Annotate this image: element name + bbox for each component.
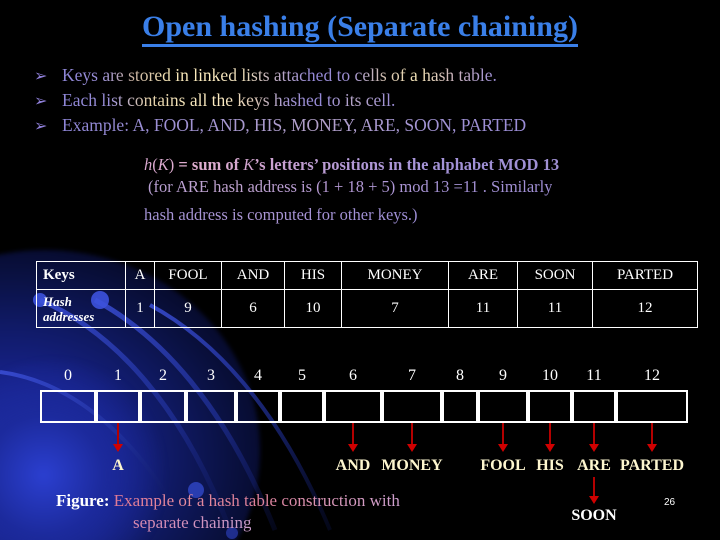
key-cell-0: A [125,261,155,290]
chain-label-A: A [112,457,124,474]
hash-array-cell-8[interactable] [442,390,478,423]
bullet-item-1-text: Keys are stored in linked lists attached… [62,63,497,88]
figure-caption-prefix: Figure: [56,491,110,510]
chain-arrow-MONEY [411,423,413,445]
hash-array-index-5: 5 [298,367,306,384]
hash-formula-line-2: (for ARE hash address is (1 + 18 + 5) mo… [148,177,553,196]
page-number: 26 [664,497,676,508]
hash-array-cells [40,390,688,423]
figure-caption-text: Example of a hash table construction wit… [113,491,400,510]
address-cell-6: 11 [517,289,593,328]
chain-arrowhead-ARE [589,444,599,452]
chain-arrow-ARE [593,423,595,445]
hash-array-index-12: 12 [644,367,660,384]
chain-arrowhead-FOOL [498,444,508,452]
keys-row-label: Keys [36,261,126,290]
address-cell-7: 12 [592,289,698,328]
slide-canvas: Open hashing (Separate chaining) ➢ Keys … [0,0,720,540]
bullet-list: ➢ Keys are stored in linked lists attach… [34,63,694,138]
bullet-arrow-icon: ➢ [34,116,48,135]
hash-array-index-3: 3 [207,367,215,384]
hash-formula-line-1: h(K) = sum of K’s letters’ positions in … [144,155,559,175]
slide-title: Open hashing (Separate chaining) [0,10,720,47]
bullet-item-1: ➢ Keys are stored in linked lists attach… [34,63,694,88]
hash-formula-k2: K [243,155,255,174]
hash-array-index-4: 4 [254,367,262,384]
chain-label-PARTED: PARTED [619,457,685,474]
hash-formula-mid: = sum of [174,155,244,174]
bullet-item-2: ➢ Each list contains all the keys hashed… [34,88,694,113]
hash-array-index-11: 11 [586,367,602,384]
keys-hash-table: Keys A FOOL AND HIS MONEY ARE SOON PARTE… [36,261,698,328]
chain-label-SOON: SOON [571,507,617,524]
hash-array-index-1: 1 [114,367,122,384]
hash-array-cell-6[interactable] [324,390,382,423]
hash-array-cell-1[interactable] [96,390,140,423]
key-cell-1: FOOL [154,261,222,290]
hash-array-cell-10[interactable] [528,390,572,423]
key-cell-5: ARE [448,261,518,290]
hash-array-index-8: 8 [456,367,464,384]
hash-array-index-7: 7 [408,367,416,384]
hash-array-cell-2[interactable] [140,390,186,423]
bullet-arrow-icon: ➢ [34,91,48,110]
hash-array-index-2: 2 [159,367,167,384]
hash-array-cell-0[interactable] [40,390,96,423]
figure-caption-line-1: Figure: Example of a hash table construc… [56,491,400,511]
table-row-hash-addresses: Hash addresses 1 9 6 10 7 11 11 12 [36,289,698,328]
chain-arrowhead-SOON [589,496,599,504]
chain-arrow-A [117,423,119,445]
hash-formula-line-3: hash address is computed for other keys.… [144,205,418,224]
address-cell-4: 7 [341,289,449,328]
hash-array-cell-9[interactable] [478,390,528,423]
hash-array-cell-12[interactable] [616,390,688,423]
hash-array-index-0: 0 [64,367,72,384]
key-cell-6: SOON [517,261,593,290]
chain-arrowhead-PARTED [647,444,657,452]
key-cell-3: HIS [284,261,342,290]
bullet-item-2-text: Each list contains all the keys hashed t… [62,88,395,113]
bullet-arrow-icon: ➢ [34,66,48,85]
chain-arrowhead-MONEY [407,444,417,452]
hash-array-index-labels: 0 1 2 3 4 5 6 7 8 9 10 11 12 [40,366,688,388]
key-cell-4: MONEY [341,261,449,290]
hash-array-index-10: 10 [542,367,558,384]
hash-array-cell-5[interactable] [280,390,324,423]
chain-arrow-HIS [549,423,551,445]
hash-array-index-6: 6 [349,367,357,384]
hash-formula-k1: K [157,155,169,174]
chain-arrow-FOOL [502,423,504,445]
address-cell-5: 11 [448,289,518,328]
hash-formula-post: ’s letters’ positions in the alphabet MO… [254,155,560,174]
key-cell-7: PARTED [592,261,698,290]
hash-array-cell-7[interactable] [382,390,442,423]
hash-addresses-label-line2: addresses [43,308,95,324]
address-cell-1: 9 [154,289,222,328]
hash-addresses-row-label: Hash addresses [36,289,126,328]
chain-arrowhead-HIS [545,444,555,452]
hash-addresses-label-line1: Hash [43,293,72,309]
hash-array-cell-4[interactable] [236,390,280,423]
hash-array-cell-11[interactable] [572,390,616,423]
address-cell-0: 1 [125,289,155,328]
address-cell-3: 10 [284,289,342,328]
chain-arrow-AND [352,423,354,445]
hash-array-cell-3[interactable] [186,390,236,423]
chain-arrowhead-A [113,444,123,452]
table-row-keys: Keys A FOOL AND HIS MONEY ARE SOON PARTE… [36,261,698,290]
address-cell-2: 6 [221,289,285,328]
bullet-item-3: ➢ Example: A, FOOL, AND, HIS, MONEY, ARE… [34,113,694,138]
key-cell-2: AND [221,261,285,290]
chain-arrow-PARTED [651,423,653,445]
hash-array-index-9: 9 [499,367,507,384]
hash-formula-h: h [144,155,153,174]
figure-caption-line-2: separate chaining [133,513,252,532]
chain-arrowhead-AND [348,444,358,452]
chain-arrow-SOON [593,477,595,497]
bullet-item-3-text: Example: A, FOOL, AND, HIS, MONEY, ARE, … [62,113,526,138]
slide-title-text: Open hashing (Separate chaining) [142,10,578,47]
